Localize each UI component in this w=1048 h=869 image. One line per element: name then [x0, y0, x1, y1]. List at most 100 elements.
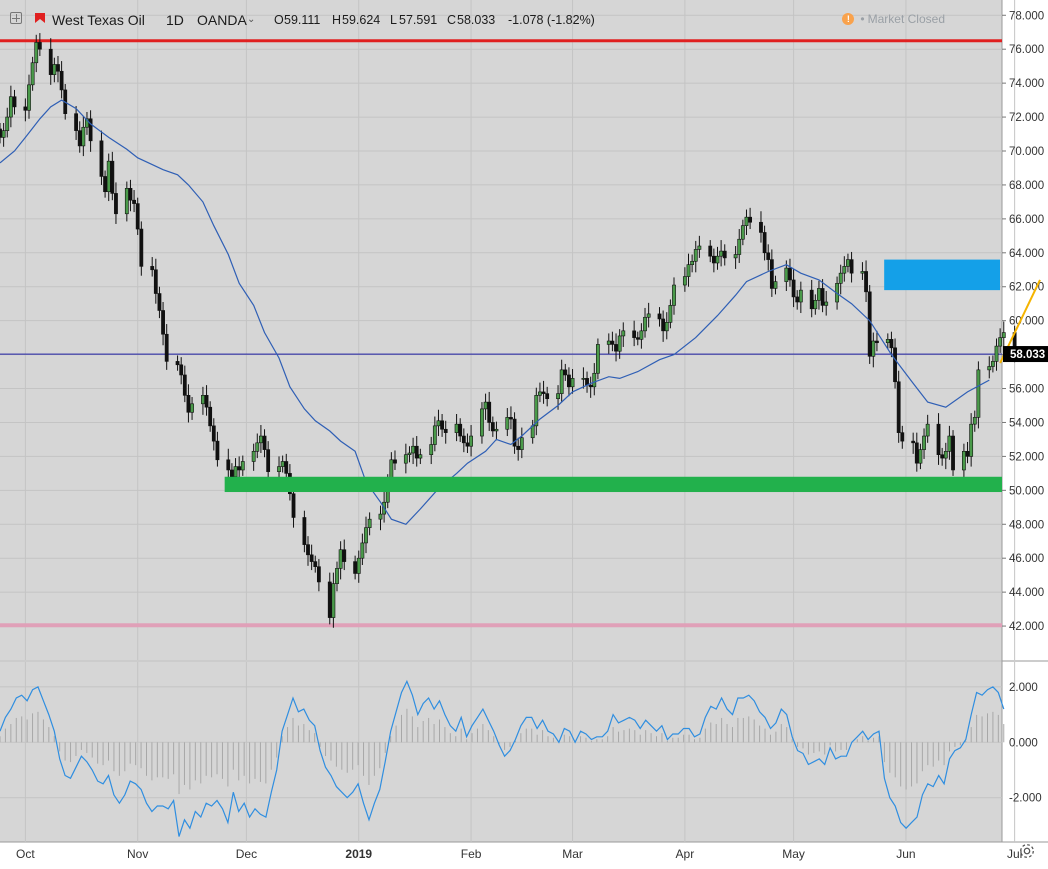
candle-body — [407, 452, 412, 456]
sub-y-tick-label: -2.000 — [1009, 793, 1042, 805]
candle-body — [817, 288, 821, 301]
candle-body — [972, 417, 977, 425]
candle-body — [994, 345, 999, 362]
candle-body — [230, 469, 234, 478]
candle-body — [661, 318, 666, 332]
candle-body — [896, 381, 901, 433]
price-badge-label: 58.033 — [1010, 349, 1045, 361]
candle-body — [302, 517, 307, 545]
candle-body — [762, 232, 767, 254]
candle-body — [610, 340, 615, 345]
candle-body — [30, 62, 35, 86]
candle-body — [900, 432, 905, 442]
candle-body — [469, 435, 473, 447]
candle-body — [280, 461, 285, 467]
candle-body — [356, 557, 361, 574]
candle-body — [393, 459, 397, 464]
candle-body — [139, 228, 144, 267]
candle-body — [748, 216, 753, 223]
x-tick-label: Dec — [236, 847, 257, 861]
candle-body — [885, 339, 890, 344]
candle-body — [708, 245, 713, 257]
candle-body — [153, 269, 158, 294]
candle-body — [114, 193, 118, 215]
candle-body — [740, 225, 745, 240]
candle-body — [784, 267, 789, 282]
candle-body — [668, 305, 673, 323]
target-zone — [884, 259, 1000, 291]
candlestick-chart[interactable]: Oct Nov Dec 2019 Feb Mar Apr May Jun Jul42.00044.… — [0, 0, 1048, 864]
candle-body — [483, 401, 488, 410]
candle-body — [715, 255, 720, 264]
candle-body — [77, 130, 82, 147]
candle-body — [367, 518, 372, 528]
candle-body — [719, 250, 724, 257]
candle-body — [795, 296, 800, 303]
candle-body — [766, 252, 771, 260]
candle-body — [838, 272, 843, 284]
chart[interactable]: Oct Nov Dec 2019 Feb Mar Apr May Jun Jul 42.000 44.… — [0, 0, 1048, 864]
candle-body — [788, 267, 792, 281]
candle-body — [635, 337, 640, 340]
candle-body — [664, 322, 669, 332]
candle-body — [99, 140, 104, 177]
candle-body — [672, 284, 676, 306]
main-pane-bg — [0, 0, 1002, 660]
candle-body — [378, 513, 383, 520]
candle-body — [842, 266, 847, 274]
candle-body — [490, 422, 495, 432]
x-tick-label: Feb — [461, 847, 482, 861]
x-tick-label: Mar — [562, 847, 583, 861]
candle-body — [943, 451, 948, 459]
y-tick-label: 50.000 — [1009, 485, 1044, 497]
candle-body — [581, 378, 586, 380]
candle-body — [570, 378, 575, 388]
y-tick-label: 72.000 — [1009, 112, 1044, 124]
y-tick-label: 68.000 — [1009, 180, 1044, 192]
candle-body — [411, 445, 416, 454]
gear-icon[interactable] — [1018, 842, 1036, 860]
candle-body — [201, 395, 205, 405]
candle-body — [277, 466, 281, 472]
candle-body — [27, 84, 31, 111]
support-zone — [224, 476, 1002, 493]
candle-body — [690, 260, 695, 265]
candle-body — [465, 442, 470, 447]
candle-body — [309, 554, 314, 562]
candle-body — [519, 437, 524, 450]
candle-body — [284, 461, 289, 474]
candle-body — [150, 266, 155, 271]
candle-body — [889, 339, 894, 349]
y-tick-label: 74.000 — [1009, 78, 1044, 90]
candle-body — [338, 549, 343, 569]
candle-body — [175, 361, 180, 366]
candle-body — [494, 428, 499, 432]
candle-body — [965, 451, 970, 457]
candle-body — [820, 288, 825, 306]
candle-body — [606, 340, 611, 345]
sub-y-tick-label: 2.000 — [1009, 682, 1038, 694]
candle-body — [204, 395, 209, 408]
candle-body — [759, 221, 763, 233]
candle-body — [34, 42, 39, 64]
candle-body — [432, 425, 437, 445]
candle-body — [81, 126, 86, 147]
candle-body — [693, 249, 698, 262]
candle-body — [990, 361, 995, 367]
candle-body — [947, 435, 952, 452]
candle-body — [871, 340, 876, 357]
candle-body — [480, 408, 484, 437]
y-tick-label: 42.000 — [1009, 621, 1044, 633]
candle-body — [867, 291, 872, 357]
candle-body — [182, 374, 187, 396]
candle-body — [1, 130, 6, 138]
candle-body — [403, 454, 408, 464]
candle-body — [331, 583, 336, 618]
candle-body — [128, 188, 133, 201]
candle-body — [5, 116, 10, 131]
candle-body — [632, 330, 637, 338]
candle-body — [306, 544, 310, 556]
candle-body — [414, 445, 419, 459]
candle-body — [860, 271, 865, 274]
candle-body — [454, 423, 459, 433]
